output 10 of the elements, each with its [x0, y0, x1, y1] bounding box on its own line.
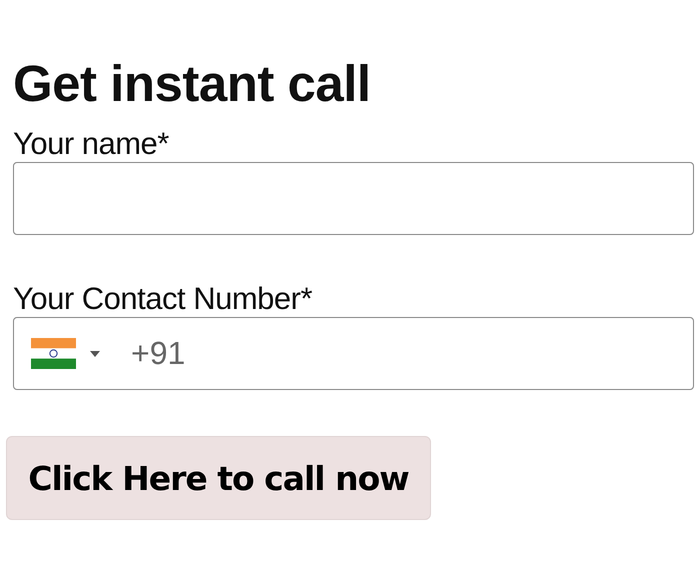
field-label: Your Contact Number*	[13, 281, 314, 317]
caret-icon	[90, 350, 100, 356]
form-title: Get instant call	[13, 54, 372, 114]
field-label: Your name*	[13, 126, 170, 162]
phone-field[interactable]: +91	[13, 317, 694, 390]
flag-icon	[31, 338, 76, 369]
dial-code: +91	[131, 335, 186, 372]
call-button[interactable]: Click Here to call now	[6, 436, 431, 520]
name-field[interactable]	[13, 162, 694, 235]
country-picker[interactable]	[31, 338, 100, 369]
